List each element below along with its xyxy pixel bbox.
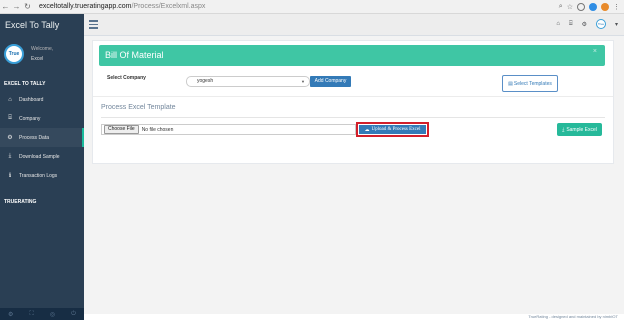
sidebar-item-label: Transaction Logs	[19, 172, 58, 179]
user-avatar[interactable]: True	[595, 19, 606, 29]
sidebar-item-process-data[interactable]: ⚙ Process Data	[0, 128, 84, 147]
upload-button-label: Upload & Process Excel	[371, 127, 421, 132]
bank-icon[interactable]: ⌸	[569, 21, 573, 28]
menu-toggle-icon[interactable]	[89, 20, 98, 31]
add-company-button[interactable]: Add Company	[310, 76, 351, 87]
file-input[interactable]: Choose File No file chosen	[101, 124, 356, 135]
chevron-down-icon: ▼	[301, 79, 305, 84]
profile-icon[interactable]	[589, 2, 597, 11]
download-icon: ⤓	[8, 153, 12, 159]
avatar-text: True	[597, 22, 605, 26]
extension-icon[interactable]	[577, 2, 585, 11]
sidebar: Excel To Tally True Welcome, Excel EXCEL…	[0, 14, 84, 320]
page-header: Bill Of Material ×	[99, 45, 605, 66]
cogs-icon: ⚙	[7, 135, 13, 141]
sidebar-item-dashboard[interactable]: ⌂ Dashboard	[0, 90, 84, 109]
app-brand[interactable]: Excel To Tally	[0, 14, 84, 36]
sidebar-item-transaction-logs[interactable]: ℹ Transaction Logs	[0, 166, 84, 185]
select-templates-button[interactable]: ▤ Select Templates	[502, 75, 558, 92]
main-panel: Bill Of Material × Select Company yogesh…	[92, 40, 614, 164]
bank-icon: ⌸	[8, 115, 12, 121]
browser-toolbar: ← → ↻ exceltotally.trueratingapp.com/Pro…	[0, 0, 624, 14]
select-templates-label: Select Templates	[513, 80, 552, 87]
home-icon[interactable]: ⌂	[556, 21, 560, 27]
fullscreen-icon[interactable]: ⛶	[30, 311, 34, 318]
sidebar-item-label: Download Sample	[19, 153, 60, 160]
user-profile: True Welcome, Excel	[0, 36, 84, 72]
file-icon: ▤	[508, 80, 513, 87]
sidebar-item-download-sample[interactable]: ⤓ Download Sample	[0, 147, 84, 166]
star-icon[interactable]: ☆	[567, 3, 573, 11]
download-icon: ⤓	[562, 126, 565, 133]
sidebar-item-label: Company	[19, 115, 41, 122]
close-icon[interactable]: ×	[593, 48, 597, 55]
back-icon[interactable]: ←	[0, 0, 11, 14]
extension-icon-2[interactable]	[601, 2, 609, 11]
sidebar-item-label: Process Data	[19, 134, 50, 141]
file-status: No file chosen	[141, 126, 174, 133]
info-icon: ℹ	[8, 173, 12, 179]
url-path: /Process/Excelxml.aspx	[131, 3, 206, 10]
select-company-label: Select Company	[107, 75, 146, 81]
divider	[93, 96, 613, 97]
home-icon: ⌂	[8, 96, 12, 103]
address-bar[interactable]: exceltotally.trueratingapp.com/Process/E…	[39, 3, 559, 10]
sidebar-section-title-2: TRUERATING	[4, 199, 37, 205]
username: Excel	[31, 56, 44, 62]
sidebar-section-title: EXCEL TO TALLY	[4, 81, 46, 87]
reload-icon[interactable]: ↻	[22, 0, 33, 14]
settings-icon[interactable]: ⚙	[8, 311, 13, 318]
company-select[interactable]: yogesh ▼	[186, 76, 310, 87]
divider	[101, 117, 605, 118]
cogs-icon[interactable]: ⚙	[582, 21, 587, 28]
avatar-text: True	[8, 51, 20, 57]
top-navbar: ⌂ ⌸ ⚙ True ▾	[84, 14, 624, 36]
welcome-block: Welcome, Excel	[31, 44, 53, 64]
eye-slash-icon[interactable]: ◎	[50, 311, 55, 318]
page-footer: TrueRating - designed and maintained by …	[84, 314, 624, 320]
menu-icon[interactable]: ⋮	[613, 3, 620, 11]
cloud-upload-icon: ☁	[364, 127, 370, 133]
avatar: True	[4, 44, 24, 64]
sample-button-label: Sample Excel	[566, 126, 597, 133]
power-icon[interactable]: ⏻	[71, 311, 76, 318]
sidebar-item-label: Dashboard	[19, 96, 44, 103]
forward-icon[interactable]: →	[11, 0, 22, 14]
sidebar-item-company[interactable]: ⌸ Company	[0, 109, 84, 128]
page-title: Bill Of Material	[105, 50, 164, 60]
welcome-text: Welcome,	[31, 46, 54, 52]
section-title: Process Excel Template	[101, 104, 176, 111]
sample-excel-button[interactable]: ⤓ Sample Excel	[557, 123, 602, 136]
upload-highlight: ☁ Upload & Process Excel	[356, 122, 429, 137]
company-select-value: yogesh	[197, 78, 214, 84]
upload-process-button[interactable]: ☁ Upload & Process Excel	[359, 125, 426, 134]
search-icon[interactable]: ⌕	[559, 3, 563, 11]
sidebar-footer: ⚙ ⛶ ◎ ⏻	[0, 308, 84, 320]
choose-file-button[interactable]: Choose File	[104, 125, 139, 134]
url-domain: exceltotally.trueratingapp.com	[39, 3, 132, 10]
chevron-down-icon[interactable]: ▾	[615, 21, 618, 28]
